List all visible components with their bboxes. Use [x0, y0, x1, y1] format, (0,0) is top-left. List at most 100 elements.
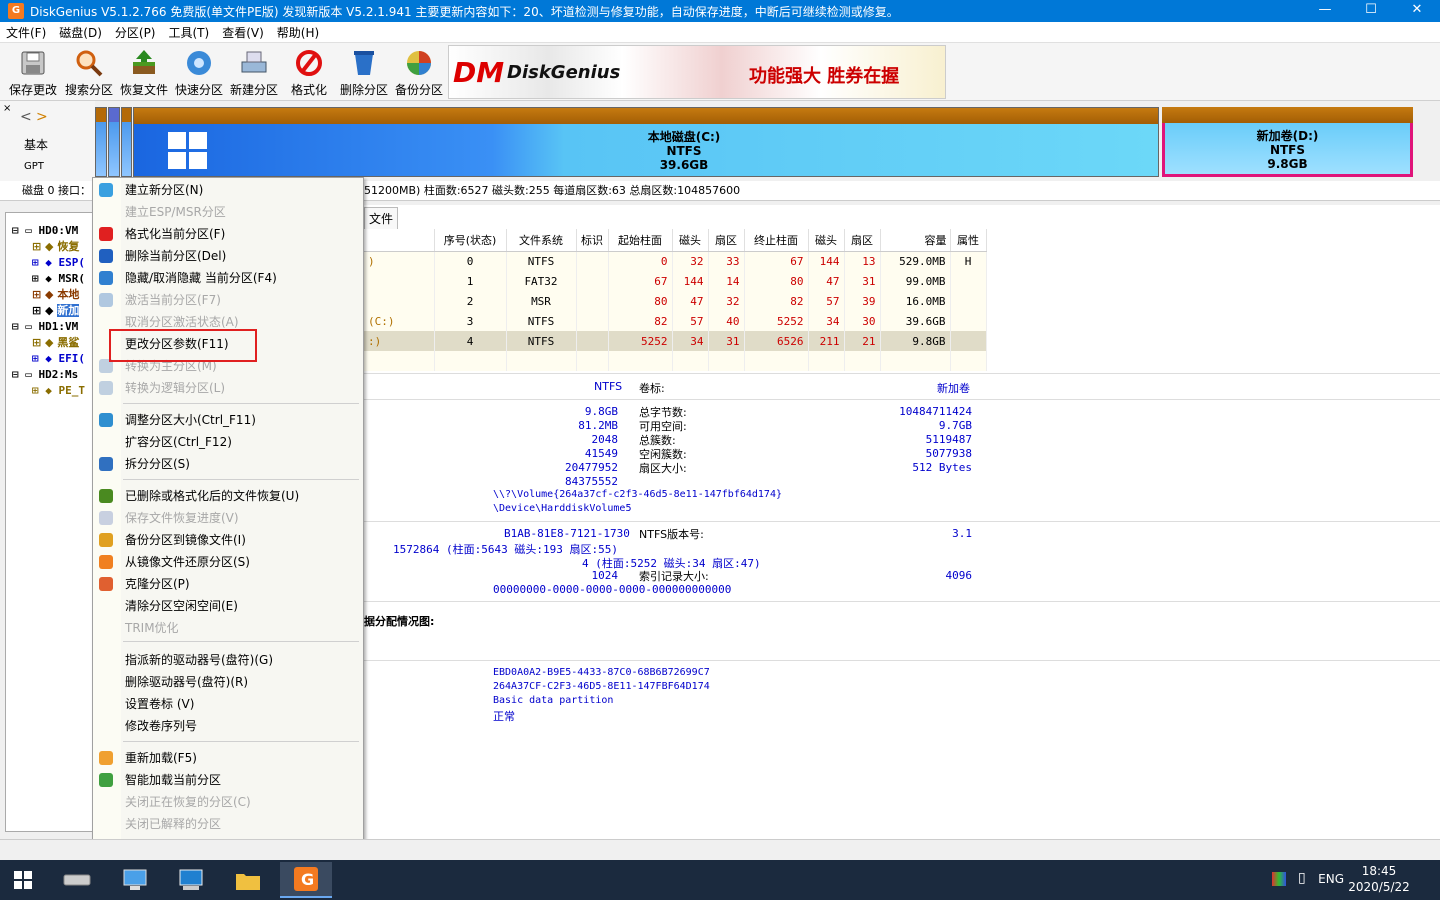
menu-item-21[interactable]: 删除驱动器号(盘符)(R) [125, 671, 248, 693]
partition-segment-d[interactable]: 新加卷(D:) NTFS 9.8GB [1162, 107, 1413, 177]
menu-item-17[interactable]: 克隆分区(P) [125, 573, 190, 595]
computer-app-button[interactable] [112, 862, 158, 898]
menu-file[interactable]: 文件(F) [6, 24, 46, 41]
usb-icon[interactable]: ▯ [1298, 870, 1306, 886]
tree-node-recovery[interactable]: ⊞ ◆ 恢复 [32, 239, 79, 255]
menu-item-20[interactable]: 指派新的驱动器号(盘符)(G) [125, 649, 273, 671]
format-button[interactable]: 格式化 [282, 47, 336, 98]
partition-table: 序号(状态) 文件系统 标识 起始柱面 磁头 扇区 终止柱面 磁头 扇区 容量 … [364, 229, 987, 371]
tab-files[interactable]: 文件 [364, 207, 399, 229]
svg-text:G: G [301, 870, 314, 889]
menu-view[interactable]: 查看(V) [222, 24, 264, 41]
maximize-button[interactable]: ☐ [1348, 0, 1394, 22]
backup-partition-button[interactable]: 备份分区 [392, 47, 446, 98]
back-arrow-icon[interactable]: < [20, 109, 32, 125]
window-title: DiskGenius V5.1.2.766 免费版(单文件PE版) 发现新版本 … [30, 4, 899, 19]
menu-item-25[interactable]: 智能加载当前分区 [125, 769, 221, 791]
delete-icon [347, 47, 381, 79]
reload-icon [99, 751, 113, 765]
menu-item-24[interactable]: 重新加载(F5) [125, 747, 197, 769]
tree-node-local-disk[interactable]: ⊞ ◆ 本地 [32, 287, 79, 303]
tree-node-blackshark[interactable]: ⊞ ◆ 黑鲨 [32, 335, 79, 351]
menu-item-18[interactable]: 清除分区空闲空间(E) [125, 595, 238, 617]
menu-help[interactable]: 帮助(H) [277, 24, 319, 41]
menu-item-0[interactable]: 建立新分区(N) [125, 179, 203, 201]
menu-item-2[interactable]: 格式化当前分区(F) [125, 223, 225, 245]
recover-files-button[interactable]: 恢复文件 [117, 47, 171, 98]
save-changes-button[interactable]: 保存更改 [6, 47, 60, 98]
table-row[interactable]: ) 0 NTFS 0 32 33 67 144 13 529.0MB H [364, 251, 987, 271]
menu-item-16[interactable]: 从镜像文件还原分区(S) [125, 551, 250, 573]
menu-partition[interactable]: 分区(P) [115, 24, 156, 41]
menu-item-3[interactable]: 删除当前分区(Del) [125, 245, 226, 267]
tree-node-hd2[interactable]: ⊟ ▭ HD2:Ms [12, 367, 78, 383]
windows-logo-icon [168, 132, 208, 170]
menu-item-5: 激活当前分区(F7) [125, 293, 221, 307]
drive-app-button[interactable] [54, 862, 100, 898]
create-partition-icon [99, 183, 113, 197]
forward-arrow-icon[interactable]: > [36, 109, 48, 125]
status-bar [0, 839, 1440, 860]
clock[interactable]: 18:45 2020/5/22 [1344, 863, 1414, 895]
delete-partition-button[interactable]: 删除分区 [337, 47, 391, 98]
menu-item-15[interactable]: 备份分区到镜像文件(I) [125, 529, 246, 551]
color-icon[interactable] [1272, 872, 1286, 886]
quick-partition-button[interactable]: 快速分区 [172, 47, 226, 98]
menu-item-1: 建立ESP/MSR分区 [125, 205, 226, 219]
hide-icon [99, 271, 113, 285]
table-row[interactable]: 1 FAT32 67 144 14 80 47 31 99.0MB [364, 271, 987, 291]
menu-item-22[interactable]: 设置卷标 (V) [125, 693, 194, 715]
format-icon [292, 47, 326, 79]
split-icon [99, 457, 113, 471]
partition-segment-c[interactable]: 本地磁盘(C:) NTFS 39.6GB [133, 107, 1159, 177]
disk-scheme-label: GPT [24, 161, 44, 172]
smart-load-icon [99, 773, 113, 787]
tree-node-esp[interactable]: ⊞ ◆ ESP( [32, 255, 85, 271]
menu-tools[interactable]: 工具(T) [169, 24, 210, 41]
start-button[interactable] [0, 862, 46, 898]
menu-item-23[interactable]: 修改卷序列号 [125, 715, 197, 737]
input-method-indicator[interactable]: ENG [1318, 872, 1344, 886]
table-row[interactable]: :) 4 NTFS 5252 34 31 6526 211 21 9.8GB [364, 331, 987, 351]
menu-item-11[interactable]: 扩容分区(Ctrl_F12) [125, 431, 232, 453]
table-row[interactable]: (C:) 3 NTFS 82 57 40 5252 34 30 39.6GB [364, 311, 987, 331]
partition-segment-esp[interactable] [108, 107, 120, 177]
monitor-icon [179, 869, 203, 890]
tree-node-hd0[interactable]: ⊟ ▭ HD0:VM [12, 223, 78, 239]
advertisement-banner[interactable]: DM DiskGenius 功能强大 胜券在握 [448, 45, 946, 99]
menu-item-4[interactable]: 隐藏/取消隐藏 当前分区(F4) [125, 267, 277, 289]
diskgenius-taskbar-button[interactable]: G [280, 862, 332, 898]
new-partition-button[interactable]: 新建分区 [227, 47, 281, 98]
menu-item-10[interactable]: 调整分区大小(Ctrl_F11) [125, 409, 256, 431]
menu-item-12[interactable]: 拆分分区(S) [125, 453, 190, 475]
tree-node-new-volume[interactable]: ⊞ ◆ 新加 [32, 303, 80, 319]
tree-node-msr[interactable]: ⊞ ◆ MSR( [32, 271, 85, 287]
menu-disk[interactable]: 磁盘(D) [59, 24, 102, 41]
windows-start-icon [14, 871, 32, 889]
table-row[interactable]: 2 MSR 80 47 32 82 57 39 16.0MB [364, 291, 987, 311]
save-progress-icon [99, 511, 113, 525]
menu-item-13[interactable]: 已删除或格式化后的文件恢复(U) [125, 485, 299, 507]
disk-type-label: 基本 [24, 138, 49, 152]
tree-node-efi[interactable]: ⊞ ◆ EFI( [32, 351, 85, 367]
hard-drive-icon [63, 874, 91, 886]
highlight-box [109, 329, 257, 362]
close-icon[interactable]: × [3, 103, 11, 114]
backup-icon [402, 47, 436, 79]
system-tray: ▯ ENG 18:45 2020/5/22 [1240, 860, 1440, 900]
save-icon [16, 47, 50, 79]
close-button[interactable]: ✕ [1394, 0, 1440, 22]
tree-node-hd1[interactable]: ⊟ ▭ HD1:VM [12, 319, 78, 335]
partition-segment-msr[interactable] [121, 107, 132, 177]
file-explorer-button[interactable] [225, 862, 271, 898]
taskbar: G ▯ ENG 18:45 2020/5/22 [0, 860, 1440, 900]
search-partition-button[interactable]: 搜索分区 [62, 47, 116, 98]
system-app-button[interactable] [168, 862, 214, 898]
disk-tree: ⊟ ▭ HD0:VM ⊞ ◆ 恢复 ⊞ ◆ ESP( ⊞ ◆ MSR( ⊞ ◆ … [5, 212, 93, 832]
tree-node-pe[interactable]: ⊞ ◆ PE_T [32, 383, 85, 399]
minimize-button[interactable]: — [1302, 0, 1348, 22]
disk-interface-label: 磁盘 0 接口： [22, 184, 91, 197]
clone-icon [99, 577, 113, 591]
disk-geometry-text: 51200MB) 柱面数:6527 磁头数:255 每道扇区数:63 总扇区数:… [364, 184, 741, 197]
partition-segment-recovery[interactable] [95, 107, 107, 177]
